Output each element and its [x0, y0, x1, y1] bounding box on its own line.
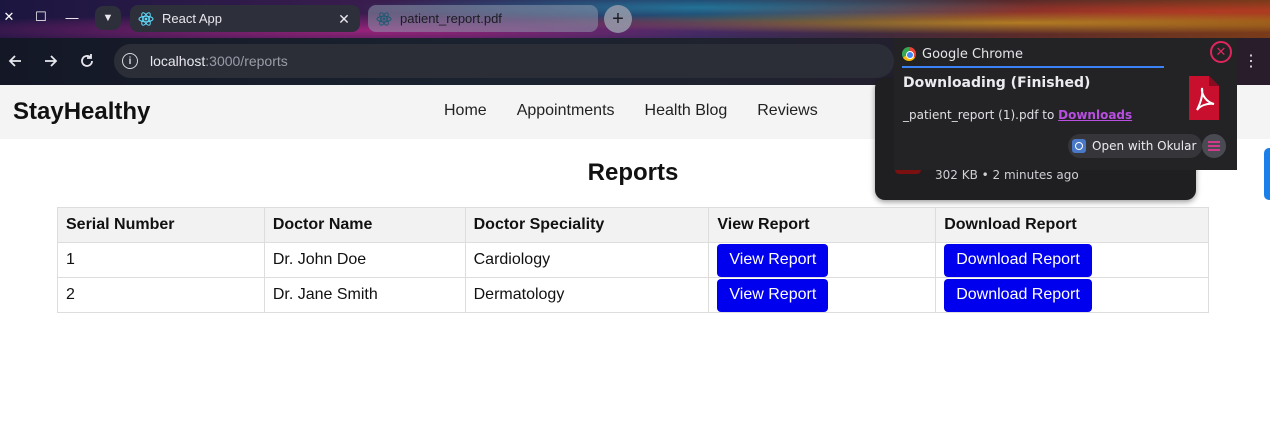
- cell-serial: 2: [57, 277, 265, 313]
- forward-icon[interactable]: [40, 50, 62, 72]
- tab-strip: ✕ ☐ — ▼ React App ✕ patient_report.pdf +: [0, 0, 1270, 38]
- notification-header: Google Chrome: [902, 42, 1164, 68]
- cell-view: View Report: [708, 242, 937, 278]
- minimize-window-icon[interactable]: —: [63, 8, 81, 26]
- action-label: Open with Okular: [1092, 139, 1197, 153]
- header-view-report: View Report: [708, 207, 937, 243]
- view-report-button[interactable]: View Report: [717, 243, 829, 277]
- download-notification[interactable]: Google Chrome ✕ Downloading (Finished) _…: [894, 38, 1237, 170]
- tab-title: patient_report.pdf: [400, 11, 502, 26]
- pdf-icon: [1179, 74, 1227, 122]
- address-bar[interactable]: i localhost:3000/reports: [114, 44, 894, 78]
- tab-react-app[interactable]: React App ✕: [130, 5, 360, 32]
- tab-patient-report[interactable]: patient_report.pdf: [368, 5, 598, 32]
- close-icon[interactable]: ✕: [1210, 41, 1232, 63]
- cell-view: View Report: [708, 277, 937, 313]
- download-report-button[interactable]: Download Report: [944, 278, 1092, 312]
- maximize-window-icon[interactable]: ☐: [32, 8, 50, 26]
- tab-close-icon[interactable]: ✕: [336, 11, 352, 27]
- site-info-icon[interactable]: i: [122, 53, 138, 69]
- notification-body-text: _patient_report (1).pdf to: [903, 108, 1059, 122]
- nav-link-home[interactable]: Home: [444, 102, 487, 120]
- notification-app-name: Google Chrome: [922, 46, 1023, 62]
- tab-search-button[interactable]: ▼: [95, 6, 121, 30]
- notification-menu-icon[interactable]: [1202, 134, 1226, 158]
- cell-download: Download Report: [935, 242, 1209, 278]
- cell-speciality: Cardiology: [464, 242, 710, 278]
- cell-doctor-name: Dr. Jane Smith: [263, 277, 466, 313]
- site-logo[interactable]: StayHealthy: [13, 98, 150, 126]
- reload-icon[interactable]: [76, 50, 98, 72]
- nav-link-appointments[interactable]: Appointments: [517, 102, 615, 120]
- table-row: 1 Dr. John Doe Cardiology View Report Do…: [57, 242, 1209, 278]
- url-host: localhost: [150, 53, 206, 69]
- cell-doctor-name: Dr. John Doe: [263, 242, 466, 278]
- notification-title: Downloading (Finished): [903, 75, 1091, 91]
- header-doctor-speciality: Doctor Speciality: [464, 207, 710, 243]
- downloads-link[interactable]: Downloads: [1058, 108, 1132, 122]
- download-meta: 302 KB • 2 minutes ago: [935, 168, 1079, 182]
- chevron-down-icon: ▼: [102, 12, 114, 24]
- react-icon: [376, 11, 392, 27]
- site-nav-links: Home Appointments Health Blog Reviews: [429, 102, 833, 120]
- download-report-button[interactable]: Download Report: [944, 243, 1092, 277]
- nav-link-reviews[interactable]: Reviews: [757, 102, 817, 120]
- okular-icon: [1072, 139, 1086, 153]
- header-serial-number: Serial Number: [57, 207, 265, 243]
- header-doctor-name: Doctor Name: [263, 207, 466, 243]
- table-row: 2 Dr. Jane Smith Dermatology View Report…: [57, 277, 1209, 313]
- cell-serial: 1: [57, 242, 265, 278]
- notification-body: _patient_report (1).pdf to Downloads: [903, 108, 1132, 122]
- back-icon[interactable]: [4, 50, 26, 72]
- reports-table: Serial Number Doctor Name Doctor Special…: [57, 207, 1209, 313]
- cell-speciality: Dermatology: [464, 277, 710, 313]
- view-report-button[interactable]: View Report: [717, 278, 829, 312]
- chrome-icon: [902, 47, 916, 61]
- close-window-icon[interactable]: ✕: [0, 8, 18, 26]
- url-path: :3000/reports: [205, 53, 288, 69]
- tab-title: React App: [162, 11, 222, 26]
- cell-download: Download Report: [935, 277, 1209, 313]
- kebab-menu-icon[interactable]: ⋮: [1240, 50, 1262, 72]
- new-tab-button[interactable]: +: [604, 5, 632, 33]
- nav-link-health-blog[interactable]: Health Blog: [645, 102, 728, 120]
- react-icon: [138, 11, 154, 27]
- open-with-okular-button[interactable]: Open with Okular: [1068, 134, 1203, 158]
- header-download-report: Download Report: [935, 207, 1209, 243]
- table-header-row: Serial Number Doctor Name Doctor Special…: [57, 207, 1209, 243]
